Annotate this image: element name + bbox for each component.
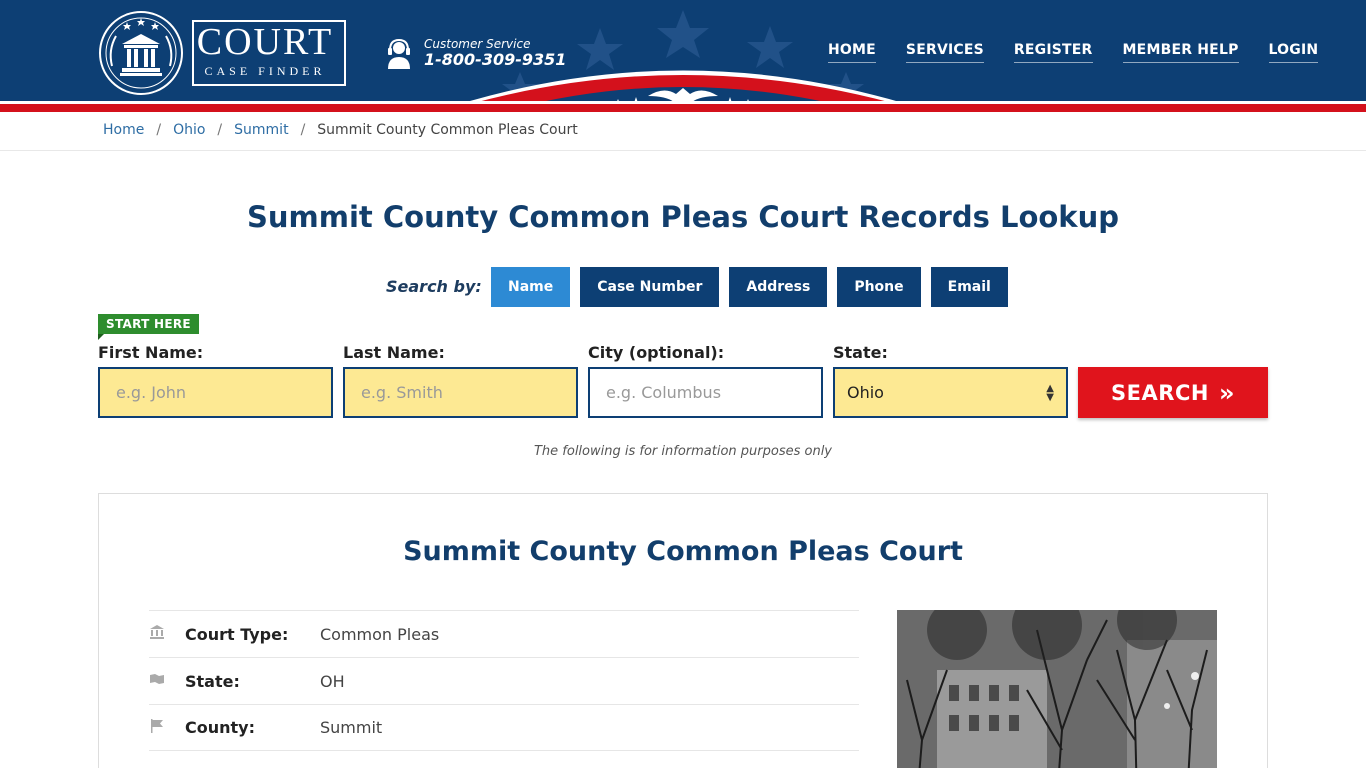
detail-value: Summit [320, 718, 383, 737]
nav-services[interactable]: SERVICES [905, 42, 984, 63]
detail-key: County: [185, 718, 255, 737]
nav-login[interactable]: LOGIN [1268, 42, 1319, 63]
breadcrumb: Home / Ohio / Summit / Summit County Com… [103, 122, 578, 138]
select-updown-icon: ▲ ▼ [1046, 382, 1054, 403]
city-input[interactable]: e.g. Columbus [588, 367, 823, 418]
breadcrumb-home[interactable]: Home [103, 122, 144, 138]
courthouse-photo [897, 610, 1217, 768]
breadcrumb-separator: / [217, 122, 223, 138]
customer-service-phone[interactable]: 1-800-309-9351 [424, 50, 566, 69]
breadcrumb-separator: / [156, 122, 162, 138]
state-selected-value: Ohio [847, 383, 884, 402]
first-name-label: First Name: [98, 343, 204, 362]
breadcrumb-current: Summit County Common Pleas Court [317, 122, 578, 138]
breadcrumb-summit[interactable]: Summit [234, 122, 288, 138]
tab-case-number[interactable]: Case Number [580, 267, 720, 307]
first-name-input[interactable]: e.g. John [98, 367, 333, 418]
courthouse-icon [149, 624, 185, 644]
information-note: The following is for information purpose… [533, 444, 833, 459]
page-title: Summit County Common Pleas Court Records… [247, 200, 1119, 234]
last-name-input[interactable]: e.g. Smith [343, 367, 578, 418]
logo-subtitle: CASE FINDER [204, 64, 326, 78]
court-title: Summit County Common Pleas Court [403, 536, 963, 567]
city-placeholder: e.g. Columbus [606, 383, 722, 402]
double-chevron-right-icon: » [1218, 378, 1235, 407]
search-by-label: Search by: [386, 277, 482, 296]
court-details-list: Court Type: Common Pleas State: OH Count… [149, 610, 859, 751]
tab-address[interactable]: Address [729, 267, 828, 307]
search-button[interactable]: SEARCH » [1078, 367, 1268, 418]
search-button-label: SEARCH [1111, 380, 1209, 405]
breadcrumb-separator: / [300, 122, 306, 138]
breadcrumb-divider [0, 150, 1366, 151]
map-icon [149, 671, 185, 691]
breadcrumb-ohio[interactable]: Ohio [173, 122, 205, 138]
tab-name[interactable]: Name [491, 267, 571, 307]
tab-phone[interactable]: Phone [837, 267, 921, 307]
nav-register[interactable]: REGISTER [1013, 42, 1093, 63]
last-name-label: Last Name: [343, 343, 445, 362]
first-name-placeholder: e.g. John [116, 383, 187, 402]
detail-row-court-type: Court Type: Common Pleas [149, 610, 859, 657]
court-info-card: Summit County Common Pleas Court Court T… [98, 493, 1268, 768]
detail-value: OH [320, 671, 345, 691]
detail-key: State: [185, 671, 240, 691]
state-select[interactable]: Ohio ▲ ▼ [833, 367, 1068, 418]
site-header: COURT CASE FINDER Customer Service 1-800… [0, 0, 1366, 112]
customer-service-label: Customer Service [424, 37, 531, 51]
search-tabs: Name Case Number Address Phone Email [491, 267, 1008, 307]
detail-value: Common Pleas [320, 624, 440, 644]
detail-row-state: State: OH [149, 657, 859, 704]
tab-email[interactable]: Email [930, 267, 1008, 307]
logo-wordmark: COURT [196, 21, 334, 63]
main-nav: HOME SERVICES REGISTER MEMBER HELP LOGIN [828, 42, 1319, 63]
flag-icon [149, 718, 185, 738]
last-name-placeholder: e.g. Smith [361, 383, 443, 402]
detail-key: Court Type: [185, 624, 289, 644]
city-label: City (optional): [588, 343, 725, 362]
nav-home[interactable]: HOME [828, 42, 876, 63]
header-red-stripe [0, 104, 1366, 112]
nav-member-help[interactable]: MEMBER HELP [1122, 42, 1239, 63]
state-label: State: [833, 343, 888, 362]
courthouse-seal-icon [99, 11, 183, 95]
start-here-badge: START HERE [98, 314, 199, 340]
court-case-finder-logo[interactable]: COURT CASE FINDER [98, 10, 348, 96]
detail-row-county: County: Summit [149, 704, 859, 751]
headset-icon [388, 38, 410, 69]
